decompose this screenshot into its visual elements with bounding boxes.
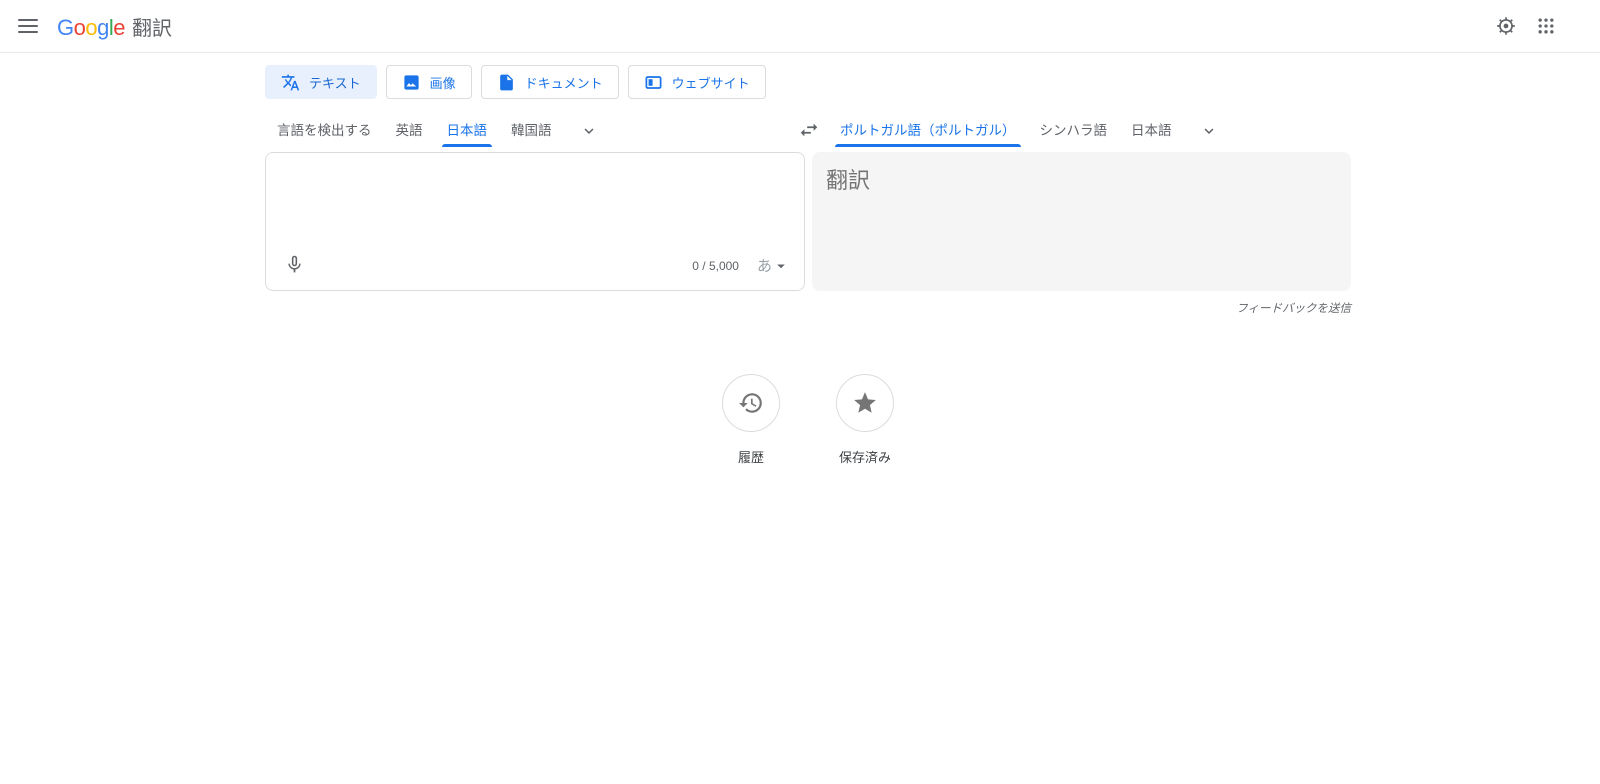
app-header: Google 翻訳 (0, 0, 1600, 53)
shortcut-label: 履歴 (737, 450, 764, 465)
translation-output-panel: 翻訳 (812, 152, 1351, 291)
mode-tab-label: ドキュメント (524, 75, 603, 91)
history-icon (739, 393, 762, 413)
input-tool-label: あ (756, 258, 772, 275)
mode-tab-label: テキスト (309, 75, 361, 91)
tab-document[interactable]: ドキュメント (480, 65, 619, 99)
chevron-down-icon (1204, 127, 1213, 134)
target-language-tabs: ポルトガル語（ポルトガル） シンハラ語 日本語 (828, 114, 1228, 147)
source-language-tabs: 言語を検出する 英語 日本語 韓国語 (265, 114, 608, 147)
mic-button[interactable] (276, 246, 312, 282)
page: Google 翻訳 テキスト 画像 ドキュメント ウェブサイト 言語を検出する … (0, 0, 1600, 784)
history-button[interactable]: 履歴 (722, 374, 780, 466)
swap-languages-button[interactable] (789, 110, 829, 150)
document-icon (499, 74, 513, 90)
input-tool-button[interactable]: あ (755, 253, 792, 278)
target-language-tab[interactable]: 日本語 (1119, 114, 1184, 147)
target-language-tab[interactable]: ポルトガル語（ポルトガル） (828, 114, 1028, 147)
chevron-down-icon (584, 127, 593, 134)
shortcut-buttons: 履歴 保存済み (265, 374, 1351, 466)
apps-grid-icon (1538, 18, 1554, 34)
translate-icon (281, 74, 300, 90)
shortcut-label: 保存済み (838, 450, 891, 465)
saved-circle (836, 374, 894, 432)
history-circle (722, 374, 780, 432)
source-language-tab[interactable]: 韓国語 (499, 114, 564, 147)
swap-arrows-icon (800, 123, 818, 137)
product-title: 翻訳 (132, 17, 173, 40)
gear-icon (1497, 17, 1515, 35)
menu-button[interactable] (8, 6, 48, 46)
tab-text[interactable]: テキスト (265, 65, 377, 99)
translation-placeholder: 翻訳 (826, 168, 871, 193)
source-language-dropdown-button[interactable] (570, 114, 608, 147)
website-icon (645, 75, 662, 89)
translate-mode-tabs: テキスト 画像 ドキュメント ウェブサイト (265, 65, 1351, 99)
target-language-dropdown-button[interactable] (1190, 114, 1228, 147)
star-icon (854, 392, 876, 413)
detect-language-tab[interactable]: 言語を検出する (265, 114, 384, 147)
input-tool-caret-icon (777, 264, 785, 268)
logo-letter: o (85, 14, 98, 40)
image-icon (404, 74, 419, 90)
logo-letter: g (97, 14, 109, 40)
main: テキスト 画像 ドキュメント ウェブサイト 言語を検出する 英語 日本語 韓国語… (265, 65, 1351, 466)
translation-panels: 0 / 5,000 あ 翻訳 (265, 152, 1351, 291)
send-feedback-link[interactable]: フィードバックを送信 (1236, 303, 1351, 315)
tab-website[interactable]: ウェブサイト (627, 65, 766, 99)
settings-button[interactable] (1486, 6, 1526, 46)
mode-tab-label: ウェブサイト (671, 75, 750, 91)
target-language-tab[interactable]: シンハラ語 (1028, 114, 1120, 147)
language-bar: 言語を検出する 英語 日本語 韓国語 ポルトガル語（ポルトガル） シンハラ語 日 (265, 114, 1351, 147)
logo-letter: e (113, 14, 126, 40)
feedback-row: フィードバックを送信 (265, 299, 1351, 315)
hamburger-icon (18, 19, 38, 33)
mode-tab-label: 画像 (429, 75, 456, 91)
source-panel-controls: 0 / 5,000 あ (692, 253, 792, 278)
source-text-input[interactable] (282, 165, 788, 242)
source-language-tab[interactable]: 日本語 (435, 114, 500, 147)
char-counter: 0 / 5,000 (692, 258, 739, 273)
source-text-panel: 0 / 5,000 あ (265, 152, 805, 291)
source-language-tab[interactable]: 英語 (384, 114, 435, 147)
logo-letter: G (57, 14, 74, 40)
saved-button[interactable]: 保存済み (836, 374, 894, 466)
mic-icon (287, 255, 301, 272)
tab-image[interactable]: 画像 (385, 65, 472, 99)
google-wordmark: Google (57, 14, 126, 41)
google-logo[interactable]: Google 翻訳 (57, 12, 172, 41)
logo-letter: o (73, 14, 86, 40)
apps-grid-button[interactable] (1526, 6, 1566, 46)
